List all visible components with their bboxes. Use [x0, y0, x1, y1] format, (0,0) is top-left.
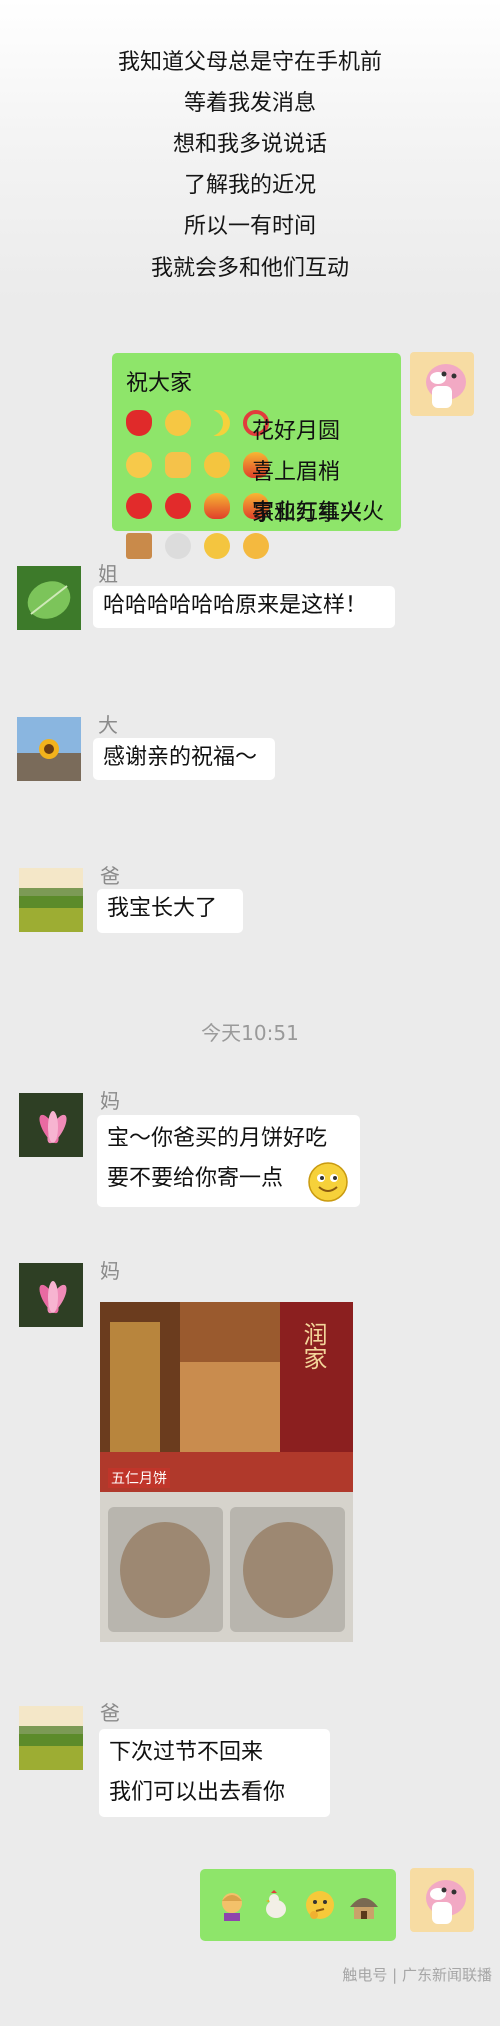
sender-name: 爸 — [100, 864, 120, 888]
wish-text: 喜上眉梢 — [252, 460, 341, 485]
cartoon-pig-avatar-icon[interactable] — [410, 1868, 474, 1932]
cartoon-pig-avatar-icon[interactable] — [410, 352, 474, 416]
lotus-avatar-icon[interactable] — [19, 1263, 83, 1327]
message-bubble[interactable]: 宝～你爸买的月饼好吃 要不要给你寄一点 — [97, 1115, 360, 1207]
field-avatar-icon[interactable] — [19, 1706, 83, 1770]
wish-text: 家和万事兴 — [252, 501, 363, 526]
caption-line: 所以一有时间 — [183, 214, 316, 239]
house-emoji-icon — [126, 533, 152, 559]
point-up-emoji-icon — [165, 452, 191, 478]
woman-emoji-icon — [216, 1889, 248, 1935]
message-text: 哈哈哈哈哈哈原来是这样！ — [103, 593, 368, 618]
money-face-emoji-icon — [204, 533, 230, 559]
green-leaf-avatar-icon[interactable] — [17, 566, 81, 630]
message-text: 下次过节不回来 — [109, 1740, 264, 1765]
rooster-emoji-icon — [260, 1889, 292, 1935]
red-circle-emoji-icon — [165, 493, 191, 519]
message-text: 我们可以出去看你 — [109, 1780, 286, 1805]
sender-name: 妈 — [100, 1089, 120, 1113]
fire-emoji-icon — [204, 493, 230, 519]
sender-name: 姐 — [98, 562, 118, 586]
hut-emoji-icon — [348, 1889, 380, 1935]
red-circle-emoji-icon — [126, 493, 152, 519]
message-bubble[interactable]: 哈哈哈哈哈哈原来是这样！ — [93, 586, 395, 628]
crescent-moon-emoji-icon — [204, 410, 230, 436]
thinking-emoji-icon — [304, 1889, 336, 1935]
message-bubble[interactable]: 我宝长大了 — [97, 889, 243, 933]
timestamp: 今天10:51 — [201, 1021, 299, 1045]
message-bubble[interactable]: 下次过节不回来 我们可以出去看你 — [99, 1729, 330, 1817]
caption-line: 想和我多说说话 — [172, 132, 327, 157]
hearts-face-emoji-icon — [243, 533, 269, 559]
caption-area: 我知道父母总是守在手机前 等着我发消息 想和我多说说话 了解我的近况 所以一有时… — [0, 0, 500, 300]
mooncake-box-label: 五仁月饼 — [108, 1468, 170, 1488]
shop-sign: 润家 — [299, 1322, 327, 1370]
emoji-row — [126, 533, 275, 563]
dove-emoji-icon — [165, 533, 191, 559]
message-text: 宝～你爸买的月饼好吃 — [107, 1126, 328, 1151]
smiley-emoji-icon — [307, 1161, 349, 1203]
sunflower-avatar-icon[interactable] — [17, 717, 81, 781]
emoji-bubble[interactable] — [200, 1869, 396, 1941]
sender-name: 妈 — [100, 1259, 120, 1283]
caption-line: 了解我的近况 — [183, 173, 316, 198]
lotus-avatar-icon[interactable] — [19, 1093, 83, 1157]
caption-line: 等着我发消息 — [183, 91, 316, 116]
caption-line: 我知道父母总是守在手机前 — [117, 50, 382, 75]
caption-line: 我就会多和他们互动 — [150, 256, 349, 281]
sender-name: 爸 — [100, 1701, 120, 1725]
field-avatar-icon[interactable] — [19, 868, 83, 932]
message-text: 感谢亲的祝福～ — [103, 745, 258, 770]
eyebrow-emoji-icon — [204, 452, 230, 478]
rose-emoji-icon — [126, 410, 152, 436]
wish-text: 花好月圆 — [252, 419, 341, 444]
mooncake-photo[interactable]: 五仁月饼 润家 — [100, 1302, 353, 1642]
message-bubble[interactable]: 感谢亲的祝福～ — [93, 738, 275, 780]
ok-hand-emoji-icon — [165, 410, 191, 436]
greeting-title: 祝大家 — [126, 371, 193, 396]
grin-emoji-icon — [126, 452, 152, 478]
watermark: 触电号 | 广东新闻联播 — [342, 1966, 492, 1984]
message-text: 我宝长大了 — [107, 896, 218, 921]
